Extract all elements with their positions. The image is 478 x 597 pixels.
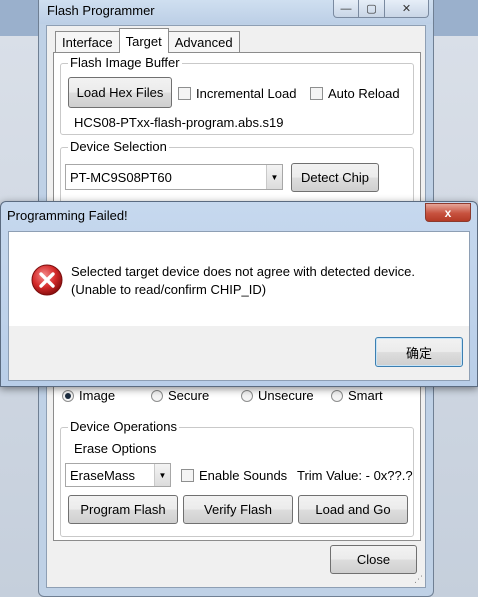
device-operations-group: Device Operations Erase Options EraseMas… bbox=[60, 419, 414, 537]
load-hex-files-button[interactable]: Load Hex Files bbox=[68, 77, 172, 108]
tab-strip: Interface Target Advanced bbox=[55, 28, 240, 53]
radio-dot bbox=[151, 389, 163, 402]
radio-secure[interactable]: Secure bbox=[151, 388, 209, 403]
radio-label: Smart bbox=[348, 388, 383, 403]
radio-dot bbox=[62, 389, 74, 402]
tab-label: Interface bbox=[62, 35, 113, 50]
checkbox-label: Incremental Load bbox=[196, 86, 297, 101]
verify-flash-button[interactable]: Verify Flash bbox=[183, 495, 293, 524]
device-select[interactable]: PT-MC9S08PT60 ▼ bbox=[65, 164, 283, 190]
dialog-client-area: Selected target device does not agree wi… bbox=[8, 231, 470, 381]
caption-buttons: — ▢ ✕ bbox=[333, 0, 429, 18]
load-and-go-button[interactable]: Load and Go bbox=[298, 495, 408, 524]
tab-target[interactable]: Target bbox=[118, 28, 169, 53]
dialog-close-button[interactable]: x bbox=[425, 203, 471, 222]
minimize-icon: — bbox=[340, 2, 352, 15]
checkbox-box bbox=[310, 87, 323, 100]
loaded-file-name: HCS08-PTxx-flash-program.abs.s19 bbox=[74, 115, 284, 130]
group-title: Device Selection bbox=[68, 139, 169, 154]
detect-chip-button[interactable]: Detect Chip bbox=[291, 163, 379, 192]
ok-button[interactable]: 确定 bbox=[375, 337, 463, 367]
main-window-title: Flash Programmer bbox=[47, 3, 155, 18]
erase-options-select[interactable]: EraseMass ▼ bbox=[65, 463, 171, 487]
error-message-line2: (Unable to read/confirm CHIP_ID) bbox=[71, 282, 267, 297]
checkbox-box bbox=[181, 469, 194, 482]
enable-sounds-checkbox[interactable]: Enable Sounds bbox=[181, 468, 287, 483]
radio-dot bbox=[241, 389, 253, 402]
resize-grip-icon[interactable]: ⋰ bbox=[414, 574, 423, 585]
radio-label: Unsecure bbox=[258, 388, 314, 403]
main-titlebar[interactable]: Flash Programmer — ▢ ✕ bbox=[39, 0, 433, 24]
tab-label: Advanced bbox=[174, 35, 233, 50]
close-icon: x bbox=[444, 205, 452, 220]
radio-label: Secure bbox=[168, 388, 210, 403]
dialog-title: Programming Failed! bbox=[7, 208, 128, 223]
close-icon: ✕ bbox=[401, 3, 412, 15]
dialog-message-area: Selected target device does not agree wi… bbox=[9, 232, 469, 326]
tab-interface[interactable]: Interface bbox=[55, 31, 120, 53]
radio-smart[interactable]: Smart bbox=[331, 388, 383, 403]
maximize-icon: ▢ bbox=[366, 3, 377, 15]
radio-dot bbox=[331, 389, 343, 402]
tab-advanced[interactable]: Advanced bbox=[167, 31, 240, 53]
program-flash-button[interactable]: Program Flash bbox=[68, 495, 178, 524]
auto-reload-checkbox[interactable]: Auto Reload bbox=[310, 86, 400, 101]
device-select-value: PT-MC9S08PT60 bbox=[70, 169, 172, 185]
radio-unsecure[interactable]: Unsecure bbox=[241, 388, 314, 403]
checkbox-label: Auto Reload bbox=[328, 86, 400, 101]
group-title: Device Operations bbox=[68, 419, 179, 434]
trim-value-text: Trim Value: - 0x??.? bbox=[297, 468, 413, 483]
programming-failed-dialog: Programming Failed! x Selected target de… bbox=[0, 201, 478, 387]
erase-options-label: Erase Options bbox=[74, 441, 157, 456]
checkbox-label: Enable Sounds bbox=[199, 468, 288, 483]
dropdown-arrow-icon[interactable]: ▼ bbox=[154, 464, 170, 486]
erase-select-value: EraseMass bbox=[70, 467, 136, 483]
window-close-button[interactable]: ✕ bbox=[385, 0, 429, 18]
incremental-load-checkbox[interactable]: Incremental Load bbox=[178, 86, 296, 101]
radio-label: Image bbox=[79, 388, 116, 403]
checkbox-box bbox=[178, 87, 191, 100]
dropdown-arrow-icon[interactable]: ▼ bbox=[266, 165, 282, 189]
error-icon bbox=[31, 264, 63, 296]
close-button[interactable]: Close bbox=[330, 545, 417, 574]
minimize-button[interactable]: — bbox=[333, 0, 359, 18]
radio-image[interactable]: Image bbox=[62, 388, 115, 403]
maximize-button[interactable]: ▢ bbox=[359, 0, 385, 18]
flash-image-buffer-group: Flash Image Buffer Load Hex Files Increm… bbox=[60, 55, 414, 135]
tab-label: Target bbox=[125, 33, 162, 49]
group-title: Flash Image Buffer bbox=[68, 55, 182, 70]
error-message-line1: Selected target device does not agree wi… bbox=[71, 264, 415, 279]
